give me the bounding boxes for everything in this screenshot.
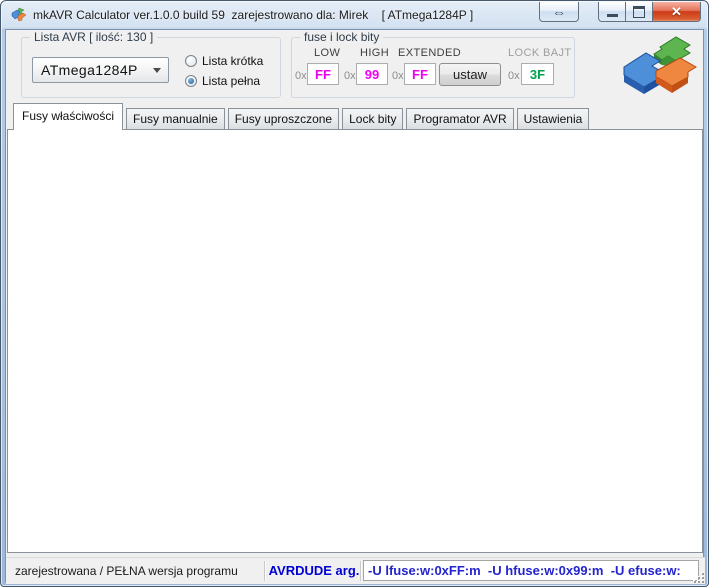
device-select-value: ATmega1284P	[41, 62, 138, 78]
maximize-icon	[633, 5, 645, 18]
minimize-button[interactable]	[598, 2, 625, 22]
low-fuse-label: LOW	[314, 47, 341, 59]
tab-lock-bity[interactable]: Lock bity	[342, 108, 404, 130]
radio-lista-pelna[interactable]: Lista pełna	[185, 74, 260, 88]
tab-ustawienia[interactable]: Ustawienia	[516, 108, 590, 130]
hex-prefix: 0x	[392, 70, 404, 82]
hex-prefix: 0x	[344, 70, 356, 82]
tab-fusy-w-asciwosci[interactable]: Fusy właściwości	[13, 103, 123, 130]
app-window: mkAVR Calculator ver.1.0.0 build 59 zare…	[0, 0, 709, 587]
mkavr-logo	[623, 36, 697, 94]
extended-fuse-label: EXTENDED	[398, 47, 462, 59]
title-bar: mkAVR Calculator ver.1.0.0 build 59 zare…	[1, 1, 708, 29]
high-fuse-label: HIGH	[360, 47, 390, 59]
avrdude-args-field[interactable]: -U lfuse:w:0xFF:m -U hfuse:w:0x99:m -U e…	[363, 560, 699, 581]
lock-byte-label: LOCK BAJT	[508, 47, 572, 59]
app-logo-icon	[11, 7, 27, 22]
registration-status: zarejestrowana / PEŁNA wersja programu	[15, 564, 238, 578]
caption-buttons: ✕	[598, 2, 701, 22]
high-fuse-value[interactable]: 99	[356, 63, 388, 85]
chevron-down-icon	[153, 67, 161, 73]
hex-prefix: 0x	[508, 70, 520, 82]
low-fuse-value[interactable]: FF	[307, 63, 339, 85]
status-bar: zarejestrowana / PEŁNA wersja programu A…	[6, 557, 705, 584]
flip-icon: ⇔	[552, 3, 566, 20]
device-select[interactable]: ATmega1284P	[32, 57, 169, 83]
tab-fusy-uproszczone[interactable]: Fusy uproszczone	[227, 108, 340, 130]
fuse-lock-group-title: fuse i lock bity	[300, 30, 384, 44]
lock-byte-value[interactable]: 3F	[521, 63, 554, 85]
flip-window-button[interactable]: ⇔	[539, 2, 579, 22]
avrdude-label: AVRDUDE arg.	[268, 563, 360, 578]
radio-selected-icon	[185, 75, 197, 87]
radio-lista-krotka-label: Lista krótka	[202, 54, 264, 68]
radio-lista-pelna-label: Lista pełna	[202, 74, 261, 88]
tab-bar: Fusy właściwości Fusy manualnie Fusy upros…	[13, 103, 592, 130]
extended-fuse-value[interactable]: FF	[404, 63, 436, 85]
window-title: mkAVR Calculator ver.1.0.0 build 59 zare…	[33, 8, 474, 22]
close-icon: ✕	[671, 3, 682, 19]
tab-page	[7, 129, 703, 553]
tab-programator-avr[interactable]: Programator AVR	[406, 108, 514, 130]
hex-prefix: 0x	[295, 70, 307, 82]
radio-lista-krotka[interactable]: Lista krótka	[185, 54, 263, 68]
resize-grip[interactable]	[692, 571, 704, 583]
close-button[interactable]: ✕	[652, 2, 701, 22]
statusbar-divider	[264, 561, 265, 581]
tab-fusy-manualnie[interactable]: Fusy manualnie	[126, 108, 225, 130]
avr-list-group-title: Lista AVR [ ilość: 130 ]	[30, 30, 158, 44]
fuse-lock-group: fuse i lock bity LOW 0x FF HIGH 0x 99 EX…	[291, 30, 575, 98]
maximize-button[interactable]	[625, 2, 652, 22]
radio-unselected-icon	[185, 55, 197, 67]
set-fuses-button[interactable]: ustaw	[439, 63, 501, 86]
statusbar-divider	[360, 561, 361, 581]
avr-list-group: Lista AVR [ ilość: 130 ] ATmega1284P Lis…	[21, 30, 281, 98]
minimize-icon	[606, 14, 618, 17]
